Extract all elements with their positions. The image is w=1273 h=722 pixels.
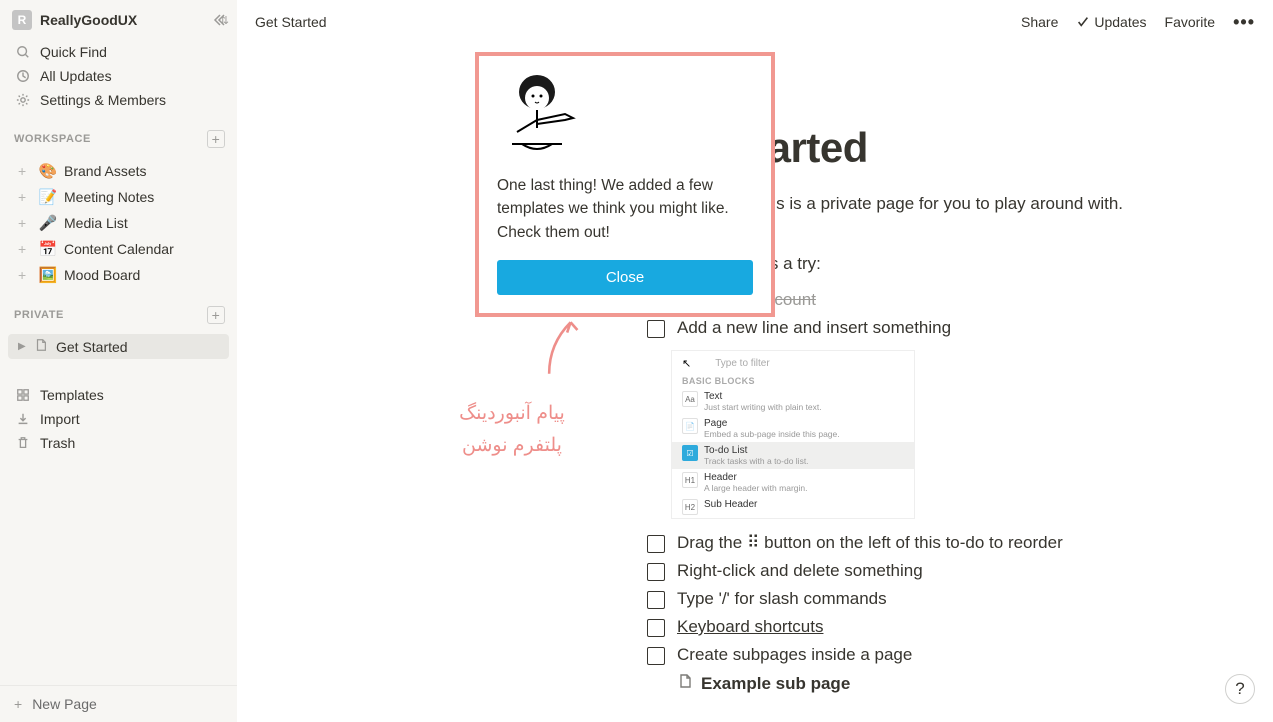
popup-close-button[interactable]: Close <box>497 260 753 295</box>
add-private-page-button[interactable]: + <box>207 306 225 324</box>
caret-right-icon[interactable]: ▶ <box>18 341 30 352</box>
sidebar-item-mood-board[interactable]: +🖼️Mood Board <box>8 262 229 288</box>
cursor-icon: ↖ <box>682 357 691 370</box>
emoji-icon: 📅 <box>38 240 58 258</box>
share-button[interactable]: Share <box>1021 14 1058 30</box>
workspace-initial-icon: R <box>12 10 32 30</box>
todo-add-line[interactable]: Add a new line and insert something <box>647 318 1273 338</box>
checkbox-icon[interactable] <box>647 591 665 609</box>
page-icon <box>34 338 50 355</box>
workspace-switcher[interactable]: R ReallyGoodUX ⇅ <box>0 0 237 34</box>
plus-icon: + <box>14 696 22 712</box>
collapse-sidebar-icon[interactable] <box>211 12 227 31</box>
subpage-example[interactable]: Example sub page <box>677 673 1273 694</box>
emoji-icon: 🎨 <box>38 162 58 180</box>
new-page-button[interactable]: + New Page <box>0 685 237 722</box>
todo-create-subpages[interactable]: Create subpages inside a page <box>647 645 1273 665</box>
sidebar-item-meeting-notes[interactable]: +📝Meeting Notes <box>8 184 229 210</box>
favorite-button[interactable]: Favorite <box>1165 14 1216 30</box>
drag-handle-icon: ⠿ <box>747 533 759 552</box>
emoji-icon: 🖼️ <box>38 266 58 284</box>
breadcrumb[interactable]: Get Started <box>255 14 327 30</box>
plus-icon[interactable]: + <box>18 215 32 231</box>
gear-icon <box>14 93 32 107</box>
todo-slash-commands[interactable]: Type '/' for slash commands <box>647 589 1273 609</box>
quick-find-label: Quick Find <box>40 44 107 60</box>
search-icon <box>14 45 32 59</box>
sidebar-item-get-started[interactable]: ▶ Get Started <box>8 334 229 359</box>
checkbox-icon[interactable] <box>647 563 665 581</box>
todo-right-click-delete[interactable]: Right-click and delete something <box>647 561 1273 581</box>
onboarding-popup: One last thing! We added a few templates… <box>475 52 775 317</box>
checkbox-icon[interactable] <box>647 320 665 338</box>
help-button[interactable]: ? <box>1225 674 1255 704</box>
sidebar-item-content-calendar[interactable]: +📅Content Calendar <box>8 236 229 262</box>
annotation-arrow-icon <box>537 318 587 378</box>
slash-menu-example-image: ↖Type to filter BASIC BLOCKS AaTextJust … <box>671 350 915 519</box>
todo-drag-reorder[interactable]: Drag the ⠿ button on the left of this to… <box>647 533 1273 553</box>
clock-icon <box>14 69 32 83</box>
popup-illustration <box>497 72 753 162</box>
trash-icon <box>14 436 32 450</box>
sidebar: R ReallyGoodUX ⇅ Quick Find All Updates … <box>0 0 237 722</box>
checkbox-icon[interactable] <box>647 619 665 637</box>
all-updates[interactable]: All Updates <box>8 64 229 88</box>
plus-icon[interactable]: + <box>18 267 32 283</box>
checkbox-icon[interactable] <box>647 535 665 553</box>
plus-icon[interactable]: + <box>18 241 32 257</box>
add-workspace-page-button[interactable]: + <box>207 130 225 148</box>
templates[interactable]: Templates <box>8 383 229 407</box>
workspace-name: ReallyGoodUX <box>40 12 216 28</box>
import[interactable]: Import <box>8 407 229 431</box>
settings-label: Settings & Members <box>40 92 166 108</box>
updates-button[interactable]: Updates <box>1076 14 1146 30</box>
main-area: Get Started Share Updates Favorite ••• G… <box>237 0 1273 722</box>
download-icon <box>14 412 32 426</box>
plus-icon[interactable]: + <box>18 163 32 179</box>
annotation-text: پیام آنبوردینگ پلتفرم نوشن <box>437 398 587 463</box>
checkbox-icon[interactable] <box>647 647 665 665</box>
emoji-icon: 🎤 <box>38 214 58 232</box>
emoji-icon: 📝 <box>38 188 58 206</box>
sidebar-item-brand-assets[interactable]: +🎨Brand Assets <box>8 158 229 184</box>
quick-find[interactable]: Quick Find <box>8 40 229 64</box>
sidebar-item-media-list[interactable]: +🎤Media List <box>8 210 229 236</box>
private-heading: PRIVATE + <box>0 294 237 328</box>
page-icon <box>677 673 693 694</box>
todo-keyboard-shortcuts[interactable]: Keyboard shortcuts <box>647 617 1273 637</box>
all-updates-label: All Updates <box>40 68 112 84</box>
settings-members[interactable]: Settings & Members <box>8 88 229 112</box>
templates-icon <box>14 388 32 402</box>
keyboard-shortcuts-link[interactable]: Keyboard shortcuts <box>677 617 823 637</box>
more-menu-icon[interactable]: ••• <box>1233 12 1255 33</box>
trash[interactable]: Trash <box>8 431 229 455</box>
popup-message: One last thing! We added a few templates… <box>497 174 753 244</box>
plus-icon[interactable]: + <box>18 189 32 205</box>
workspace-heading: WORKSPACE + <box>0 118 237 152</box>
topbar: Get Started Share Updates Favorite ••• <box>237 0 1273 44</box>
